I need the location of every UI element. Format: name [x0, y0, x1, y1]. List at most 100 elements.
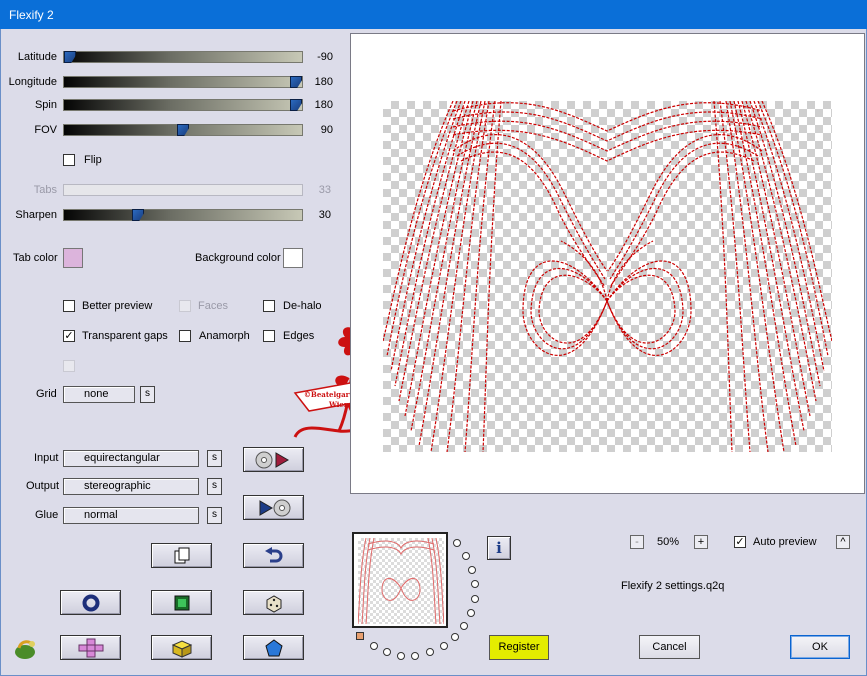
output-label: Output	[26, 480, 60, 492]
input-select[interactable]: equirectangular	[63, 450, 199, 467]
dice-icon	[266, 594, 281, 613]
longitude-slider-thumb[interactable]	[290, 76, 302, 88]
sharpen-label: Sharpen	[15, 209, 57, 221]
zoom-in-button[interactable]: +	[694, 535, 708, 549]
navigator-dot[interactable]	[451, 633, 459, 641]
undo-button[interactable]	[243, 543, 304, 568]
title-bar: Flexify 2	[0, 0, 867, 29]
latitude-slider-thumb[interactable]	[64, 51, 76, 63]
navigator-dot[interactable]	[468, 566, 476, 574]
glue-select[interactable]: normal	[63, 507, 199, 524]
pentagon-button[interactable]	[243, 635, 304, 660]
input-s-button[interactable]: s	[207, 450, 222, 467]
zoom-value: 50%	[657, 536, 680, 548]
longitude-slider[interactable]	[63, 76, 303, 88]
edges-checkbox[interactable]	[263, 330, 275, 342]
tabs-slider	[63, 184, 303, 196]
tab-color-swatch[interactable]	[63, 248, 83, 268]
background-color-swatch[interactable]	[283, 248, 303, 268]
anamorph-label: Anamorph	[199, 330, 250, 342]
fov-value: 90	[320, 124, 333, 136]
spin-slider[interactable]	[63, 99, 303, 111]
navigator-dot[interactable]	[411, 652, 419, 660]
disc-play-icon	[255, 451, 289, 468]
save-preset-button[interactable]	[243, 495, 304, 520]
random-button[interactable]	[243, 590, 304, 615]
faces-label: Faces	[198, 300, 228, 312]
tab-color-label: Tab color	[13, 252, 58, 264]
copy-button[interactable]	[151, 543, 212, 568]
longitude-value: 180	[314, 76, 333, 88]
cancel-button[interactable]: Cancel	[639, 635, 700, 659]
fov-slider-thumb[interactable]	[177, 124, 189, 136]
ring-icon	[82, 594, 99, 611]
grid-select[interactable]: none	[63, 386, 135, 403]
navigator-dot[interactable]	[397, 652, 405, 660]
better-preview-checkbox[interactable]	[63, 300, 75, 312]
de-halo-checkbox[interactable]	[263, 300, 275, 312]
output-s-button[interactable]: s	[207, 478, 222, 495]
navigator-dot[interactable]	[383, 648, 391, 656]
background-color-label: Background color	[195, 252, 281, 264]
auto-preview-checkbox[interactable]: ✓	[734, 536, 746, 548]
navigator-dot[interactable]	[426, 648, 434, 656]
navigator-thumbnail[interactable]	[352, 532, 448, 628]
navigator-dot[interactable]	[467, 609, 475, 617]
latitude-label: Latitude	[17, 51, 57, 63]
spin-slider-thumb[interactable]	[290, 99, 302, 111]
output-select[interactable]: stereographic	[63, 478, 199, 495]
square-button[interactable]	[151, 590, 212, 615]
navigator-dot[interactable]	[460, 622, 468, 630]
info-icon: i	[496, 539, 502, 557]
collapse-button[interactable]: ^	[836, 535, 850, 549]
register-button[interactable]: Register	[489, 635, 549, 660]
flip-checkbox[interactable]	[63, 154, 75, 166]
plugin-logo-icon	[13, 638, 39, 660]
flexify-output-image	[383, 101, 832, 452]
navigator-dot[interactable]	[453, 539, 461, 547]
cross-button[interactable]	[60, 635, 121, 660]
navigator-dot[interactable]	[440, 642, 448, 650]
extra-option-checkbox	[63, 360, 75, 372]
navigator-dot[interactable]	[471, 580, 479, 588]
glue-label: Glue	[35, 509, 59, 521]
flexify-dialog: Latitude -90 Longitude 180 Spin 180 FOV …	[0, 29, 867, 676]
zoom-out-button[interactable]: -	[630, 535, 644, 549]
cross-icon	[78, 638, 103, 657]
sharpen-slider[interactable]	[63, 209, 303, 221]
spin-label: Spin	[34, 99, 57, 111]
navigator-dot[interactable]	[462, 552, 470, 560]
load-preset-button[interactable]	[243, 447, 304, 472]
faces-checkbox	[179, 300, 191, 312]
navigator-dot[interactable]	[370, 642, 378, 650]
grid-label: Grid	[36, 388, 57, 400]
preview-panel[interactable]	[350, 33, 865, 494]
sharpen-slider-thumb[interactable]	[132, 209, 144, 221]
transparent-gaps-checkbox[interactable]: ✓	[63, 330, 75, 342]
latitude-value: -90	[317, 51, 333, 63]
ring-button[interactable]	[60, 590, 121, 615]
ok-button[interactable]: OK	[790, 635, 850, 659]
copy-icon	[174, 547, 189, 563]
cube-button[interactable]	[151, 635, 212, 660]
grid-s-button[interactable]: s	[140, 386, 155, 403]
spin-value: 180	[314, 99, 333, 111]
info-button[interactable]: i	[487, 536, 511, 560]
pentagon-icon	[264, 638, 283, 656]
fov-label: FOV	[34, 124, 57, 136]
de-halo-label: De-halo	[283, 300, 322, 312]
settings-filename: Flexify 2 settings.q2q	[621, 580, 725, 592]
anamorph-checkbox[interactable]	[179, 330, 191, 342]
square-icon	[174, 595, 189, 610]
flip-label: Flip	[84, 154, 102, 166]
fov-slider[interactable]	[63, 124, 303, 136]
cube-icon	[171, 639, 192, 658]
svg-text:Wien: Wien	[328, 400, 349, 409]
tabs-label: Tabs	[33, 184, 57, 196]
latitude-slider[interactable]	[63, 51, 303, 63]
navigator-handle[interactable]	[356, 632, 364, 640]
preview-canvas[interactable]	[383, 101, 832, 452]
thumbnail-image	[358, 538, 444, 624]
navigator-dot[interactable]	[471, 595, 479, 603]
glue-s-button[interactable]: s	[207, 507, 222, 524]
